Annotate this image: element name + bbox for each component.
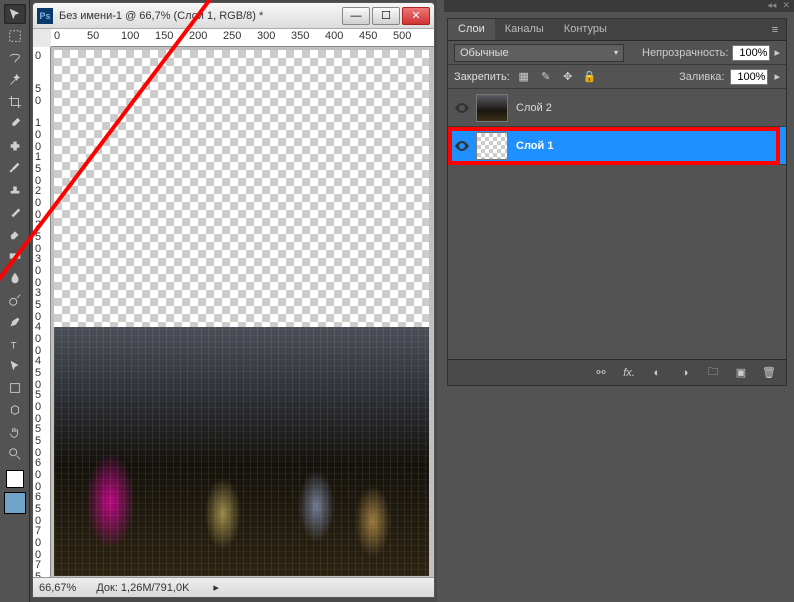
- shape-tool[interactable]: [4, 378, 26, 398]
- stamp-tool[interactable]: [4, 180, 26, 200]
- visibility-icon[interactable]: [454, 140, 470, 152]
- ruler-horizontal[interactable]: 0 50 100 150 200 250 300 350 400 450 500: [51, 29, 434, 47]
- move-tool[interactable]: [4, 4, 26, 24]
- layer-thumbnail[interactable]: [476, 132, 508, 160]
- lock-all-icon[interactable]: 🔒: [582, 69, 598, 85]
- layer-mask-icon[interactable]: ◐: [648, 364, 666, 382]
- zoom-tool[interactable]: [4, 444, 26, 464]
- wand-tool[interactable]: [4, 70, 26, 90]
- adjustment-layer-icon[interactable]: ◑: [676, 364, 694, 382]
- history-brush-tool[interactable]: [4, 202, 26, 222]
- minimize-button[interactable]: —: [342, 7, 370, 25]
- path-select-tool[interactable]: [4, 356, 26, 376]
- new-layer-icon[interactable]: ▣: [732, 364, 750, 382]
- lasso-tool[interactable]: [4, 48, 26, 68]
- chevron-down-icon: ▾: [614, 48, 618, 57]
- lock-position-icon[interactable]: ✥: [560, 69, 576, 85]
- close-button[interactable]: ✕: [402, 7, 430, 25]
- ruler-vertical[interactable]: 0 50 100 150 200 250 300 350 400 450 500…: [33, 47, 51, 577]
- layer-name[interactable]: Слой 2: [516, 102, 552, 114]
- titlebar[interactable]: Ps Без имени-1 @ 66,7% (Слой 1, RGB/8) *…: [33, 3, 434, 29]
- chevron-right-icon[interactable]: ▸: [774, 46, 780, 59]
- zoom-level[interactable]: 66,67%: [39, 582, 76, 594]
- document-window: Ps Без имени-1 @ 66,7% (Слой 1, RGB/8) *…: [32, 2, 435, 598]
- 3d-tool[interactable]: [4, 400, 26, 420]
- layers-panel: Слои Каналы Контуры ≡ Обычные ▾ Непрозра…: [447, 18, 787, 386]
- opacity-label: Непрозрачность:: [642, 47, 728, 59]
- layer-image-content: [54, 327, 429, 576]
- healing-tool[interactable]: [4, 136, 26, 156]
- status-bar: 66,67% Док: 1,26M/791,0K ▸: [33, 577, 434, 597]
- layer-effects-icon[interactable]: fx.: [620, 364, 638, 382]
- tab-paths[interactable]: Контуры: [554, 19, 617, 40]
- layers-footer: ⚯ fx. ◐ ◑ 🗀 ▣ 🗑: [448, 359, 786, 385]
- ps-icon: Ps: [37, 8, 53, 24]
- close-panel-icon[interactable]: ✕: [782, 0, 790, 12]
- link-layers-icon[interactable]: ⚯: [592, 364, 610, 382]
- eraser-tool[interactable]: [4, 224, 26, 244]
- chevron-right-icon[interactable]: ▸: [774, 70, 780, 83]
- layer-item-selected[interactable]: Слой 1: [448, 127, 786, 165]
- crop-tool[interactable]: [4, 92, 26, 112]
- fill-label: Заливка:: [679, 71, 724, 83]
- blend-mode-dropdown[interactable]: Обычные ▾: [454, 44, 624, 62]
- info-chevron-icon[interactable]: ▸: [213, 581, 219, 594]
- svg-text:T: T: [10, 340, 16, 351]
- lock-transparency-icon[interactable]: ▦: [516, 69, 532, 85]
- canvas[interactable]: [51, 47, 434, 577]
- layer-item[interactable]: Слой 2: [448, 89, 786, 127]
- dodge-tool[interactable]: [4, 290, 26, 310]
- lock-pixels-icon[interactable]: ✎: [538, 69, 554, 85]
- tab-layers[interactable]: Слои: [448, 19, 495, 40]
- visibility-icon[interactable]: [454, 102, 470, 114]
- default-colors-icon[interactable]: [6, 470, 24, 488]
- marquee-tool[interactable]: [4, 26, 26, 46]
- pen-tool[interactable]: [4, 312, 26, 332]
- tab-channels[interactable]: Каналы: [495, 19, 554, 40]
- layers-list: Слой 2 Слой 1: [448, 89, 786, 359]
- panel-strip-top: ◂◂ ✕: [444, 0, 794, 12]
- delete-layer-icon[interactable]: 🗑: [760, 364, 778, 382]
- eyedropper-tool[interactable]: [4, 114, 26, 134]
- doc-size-info[interactable]: Док: 1,26M/791,0K: [96, 582, 189, 594]
- fill-input[interactable]: [730, 69, 768, 85]
- group-icon[interactable]: 🗀: [704, 364, 722, 382]
- layer-thumbnail[interactable]: [476, 94, 508, 122]
- hand-tool[interactable]: [4, 422, 26, 442]
- type-tool[interactable]: T: [4, 334, 26, 354]
- tools-toolbar: T: [0, 0, 30, 602]
- panel-menu-icon[interactable]: ≡: [764, 19, 786, 40]
- collapse-icon[interactable]: ◂◂: [767, 0, 776, 12]
- maximize-button[interactable]: ☐: [372, 7, 400, 25]
- foreground-color-swatch[interactable]: [4, 492, 26, 514]
- brush-tool[interactable]: [4, 158, 26, 178]
- layer-name[interactable]: Слой 1: [516, 140, 553, 152]
- lock-label: Закрепить:: [454, 71, 510, 83]
- opacity-input[interactable]: [732, 45, 770, 61]
